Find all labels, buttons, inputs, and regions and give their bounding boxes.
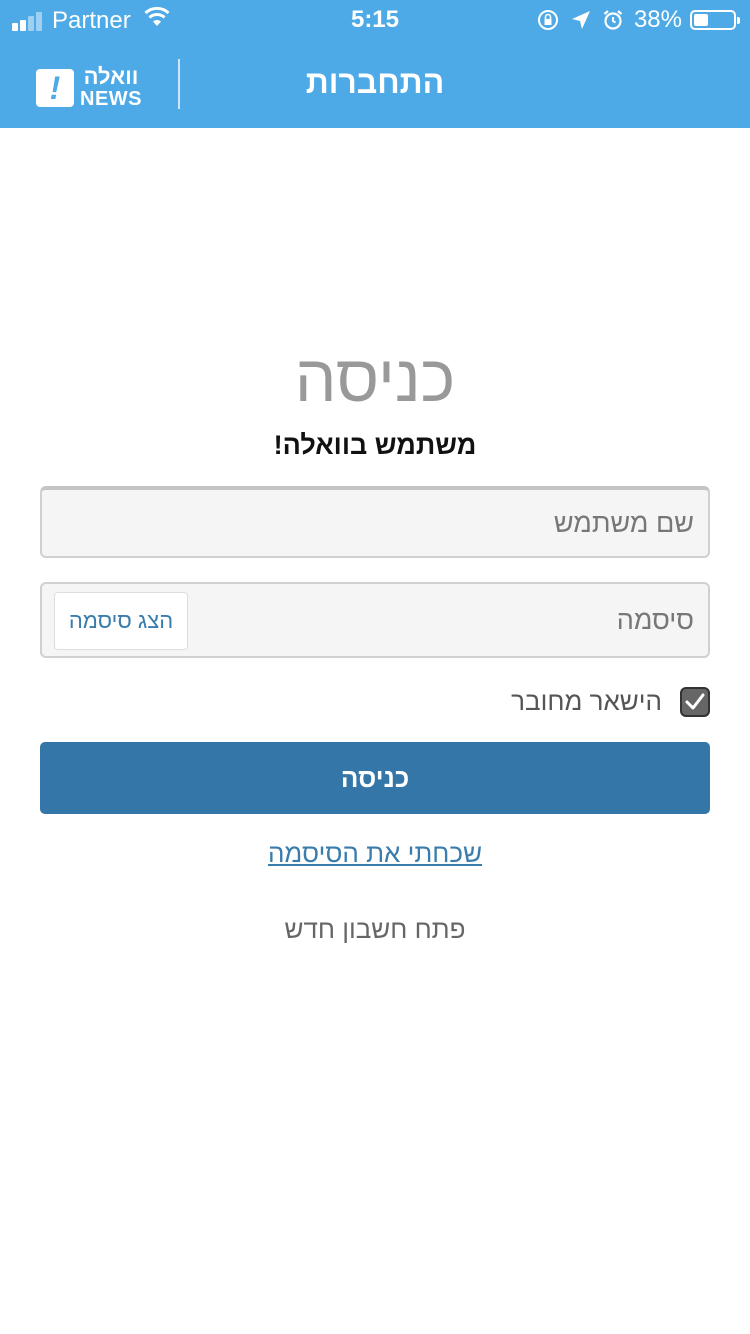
battery-percent: 38% xyxy=(633,6,682,33)
checkmark-icon xyxy=(685,693,705,709)
login-headline: כניסה xyxy=(294,341,456,415)
battery-fill xyxy=(694,14,708,26)
logo-text-english: NEWS xyxy=(80,88,142,110)
show-password-button[interactable]: הצג סיסמה xyxy=(54,592,188,650)
status-bar-right: 38% xyxy=(526,6,740,34)
alarm-icon xyxy=(602,9,624,31)
register-link[interactable]: פתח חשבון חדש xyxy=(0,914,750,945)
walla-news-logo[interactable]: ! וואלה NEWS xyxy=(36,66,142,110)
password-field[interactable]: הצג סיסמה xyxy=(40,582,710,658)
status-bar: Partner 5:15 38% xyxy=(0,0,750,40)
remember-me-label: הישאר מחובר xyxy=(511,686,662,716)
rotation-lock-icon xyxy=(536,8,560,32)
forgot-password-link[interactable]: שכחתי את הסיסמה xyxy=(0,838,750,869)
header-bar: ! וואלה NEWS התחברות xyxy=(0,40,750,128)
logo-text-hebrew: וואלה xyxy=(83,64,139,89)
page-title: התחברות xyxy=(305,64,445,100)
login-button[interactable]: כניסה xyxy=(40,742,710,814)
login-subheadline: משתמש בוואלה! xyxy=(273,430,477,460)
logo-mark: ! xyxy=(36,69,74,107)
username-input[interactable] xyxy=(42,490,708,556)
location-arrow-icon xyxy=(570,9,592,31)
remember-me[interactable]: הישאר מחובר xyxy=(511,686,710,717)
battery-icon xyxy=(690,10,740,30)
username-field[interactable] xyxy=(40,486,710,558)
remember-me-checkbox[interactable] xyxy=(680,686,710,717)
